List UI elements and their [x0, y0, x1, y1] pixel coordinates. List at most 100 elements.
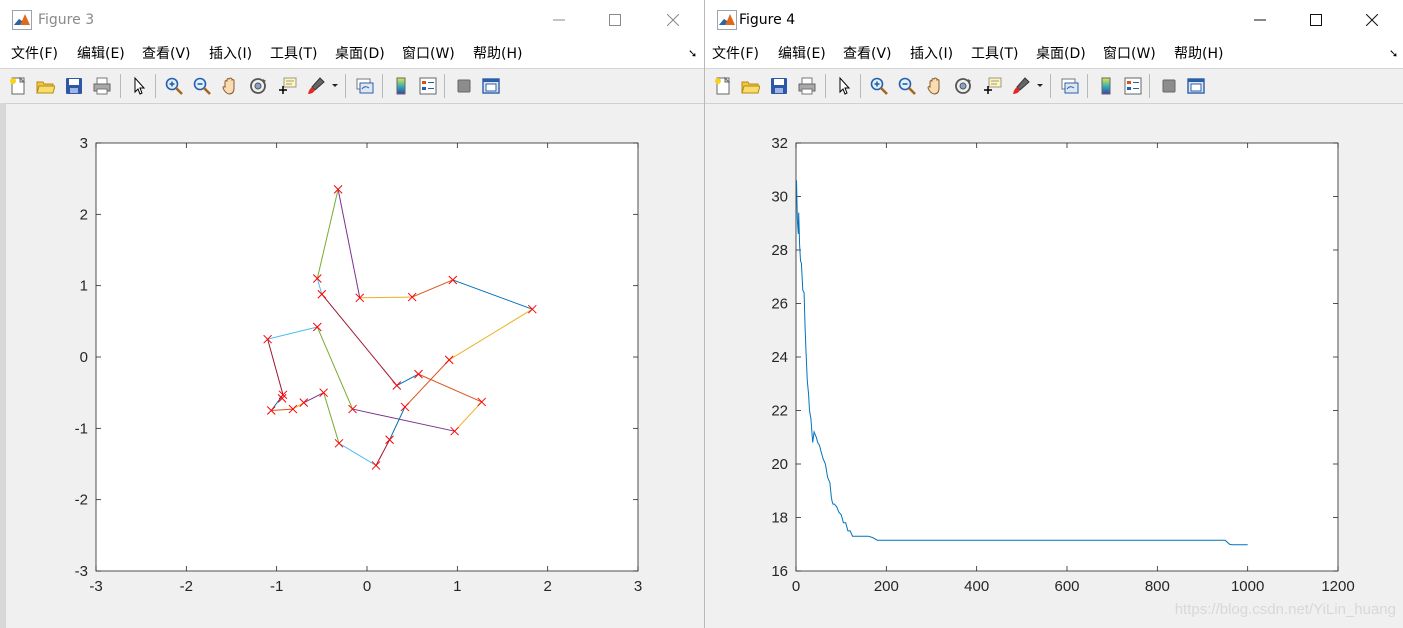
open-file-icon[interactable]: [740, 76, 760, 96]
menu-insert[interactable]: 插入(I): [910, 45, 953, 63]
x-tick-label: 1000: [1231, 578, 1264, 595]
pointer-icon[interactable]: [834, 76, 854, 96]
figure-3-titlebar[interactable]: Figure 3: [0, 0, 704, 40]
y-tick-label: 18: [771, 510, 788, 527]
matlab-icon: [717, 10, 737, 30]
show-plot-tools-icon[interactable]: [481, 76, 501, 96]
pan-hand-icon[interactable]: [925, 76, 945, 96]
legend-icon[interactable]: [418, 76, 438, 96]
figure-3-window: Figure 3 文件(F) 编辑(E) 查看(V) 插入(I) 工具(T) 桌…: [0, 0, 704, 628]
show-plot-tools-icon[interactable]: [1186, 76, 1206, 96]
menu-window[interactable]: 窗口(W): [1103, 45, 1156, 63]
figure-4-plot: 0 200 400 600 800 1000 1200 16 18 20 22 24 26 28 30 32: [771, 135, 1354, 595]
menu-insert[interactable]: 插入(I): [209, 45, 252, 63]
hide-plot-tools-icon[interactable]: [1159, 76, 1179, 96]
toolbar-separator: [860, 74, 861, 98]
menu-window[interactable]: 窗口(W): [402, 45, 455, 63]
y-tick-label: 26: [771, 296, 788, 313]
x-tick-label: -2: [180, 578, 193, 595]
close-button[interactable]: [646, 0, 700, 40]
pan-hand-icon[interactable]: [220, 76, 240, 96]
data-cursor-icon[interactable]: [982, 76, 1002, 96]
menu-help[interactable]: 帮助(H): [473, 45, 522, 63]
window-title: Figure 4: [739, 12, 796, 28]
dock-arrow-icon[interactable]: ➘: [688, 47, 697, 60]
menu-desktop[interactable]: 桌面(D): [335, 45, 385, 63]
new-figure-icon[interactable]: [8, 76, 28, 96]
save-icon[interactable]: [64, 76, 84, 96]
brush-dropdown-icon[interactable]: [331, 79, 339, 91]
colorbar-icon[interactable]: [391, 76, 411, 96]
toolbar-separator: [155, 74, 156, 98]
figure-toolbar: [705, 68, 1403, 104]
x-tick-label: -1: [270, 578, 283, 595]
menu-tools[interactable]: 工具(T): [270, 45, 317, 63]
maximize-button[interactable]: [588, 0, 642, 40]
route-segment: [359, 296, 413, 299]
minimize-button[interactable]: [1233, 0, 1287, 40]
matlab-icon: [12, 10, 32, 30]
menu-file[interactable]: 文件(F): [712, 45, 759, 63]
y-tick-label: -3: [75, 563, 88, 580]
menu-help[interactable]: 帮助(H): [1174, 45, 1223, 63]
axes-background: [96, 143, 638, 571]
data-cursor-icon[interactable]: [277, 76, 297, 96]
menu-file[interactable]: 文件(F): [11, 45, 58, 63]
colorbar-icon[interactable]: [1096, 76, 1116, 96]
toolbar-separator: [1087, 74, 1088, 98]
figure-4-titlebar[interactable]: Figure 4: [705, 0, 1403, 40]
print-icon[interactable]: [92, 76, 112, 96]
x-tick-label: 400: [964, 578, 989, 595]
x-tick-label: 0: [792, 578, 800, 595]
save-icon[interactable]: [769, 76, 789, 96]
open-file-icon[interactable]: [35, 76, 55, 96]
x-tick-label: 200: [874, 578, 899, 595]
figure-4-window: Figure 4 文件(F) 编辑(E) 查看(V) 插入(I) 工具(T) 桌…: [704, 0, 1403, 628]
rotate-3d-icon[interactable]: [248, 76, 268, 96]
menu-edit[interactable]: 编辑(E): [778, 45, 826, 63]
x-tick-label: 1: [453, 578, 461, 595]
menu-desktop[interactable]: 桌面(D): [1036, 45, 1086, 63]
dock-arrow-icon[interactable]: ➘: [1389, 47, 1398, 60]
pointer-icon[interactable]: [129, 76, 149, 96]
zoom-in-icon[interactable]: [164, 76, 184, 96]
brush-dropdown-icon[interactable]: [1036, 79, 1044, 91]
hide-plot-tools-icon[interactable]: [454, 76, 474, 96]
print-icon[interactable]: [797, 76, 817, 96]
x-tick-label: 3: [634, 578, 642, 595]
link-plot-icon[interactable]: [1060, 76, 1080, 96]
close-icon: [1366, 14, 1378, 26]
toolbar-separator: [444, 74, 445, 98]
menu-view[interactable]: 查看(V): [142, 45, 191, 63]
close-icon: [667, 14, 679, 26]
zoom-out-icon[interactable]: [897, 76, 917, 96]
brush-icon[interactable]: [306, 76, 326, 96]
link-plot-icon[interactable]: [355, 76, 375, 96]
menu-tools[interactable]: 工具(T): [971, 45, 1018, 63]
x-tick-label: 1200: [1321, 578, 1354, 595]
y-tick-label: 20: [771, 456, 788, 473]
rotate-3d-icon[interactable]: [953, 76, 973, 96]
y-tick-label: 2: [80, 206, 88, 223]
zoom-out-icon[interactable]: [192, 76, 212, 96]
watermark: https://blog.csdn.net/YiLin_huang: [1174, 601, 1396, 618]
x-tick-label: 800: [1145, 578, 1170, 595]
toolbar-separator: [1149, 74, 1150, 98]
window-title: Figure 3: [38, 12, 95, 28]
maximize-icon: [1310, 14, 1322, 26]
y-tick-label: 0: [80, 349, 88, 366]
new-figure-icon[interactable]: [713, 76, 733, 96]
brush-icon[interactable]: [1011, 76, 1031, 96]
toolbar-separator: [120, 74, 121, 98]
maximize-icon: [609, 14, 621, 26]
minimize-button[interactable]: [532, 0, 586, 40]
legend-icon[interactable]: [1123, 76, 1143, 96]
minimize-icon: [1254, 19, 1266, 21]
close-button[interactable]: [1345, 0, 1399, 40]
maximize-button[interactable]: [1289, 0, 1343, 40]
toolbar-separator: [1050, 74, 1051, 98]
y-tick-label: 22: [771, 403, 788, 420]
menu-view[interactable]: 查看(V): [843, 45, 892, 63]
menu-edit[interactable]: 编辑(E): [77, 45, 125, 63]
zoom-in-icon[interactable]: [869, 76, 889, 96]
